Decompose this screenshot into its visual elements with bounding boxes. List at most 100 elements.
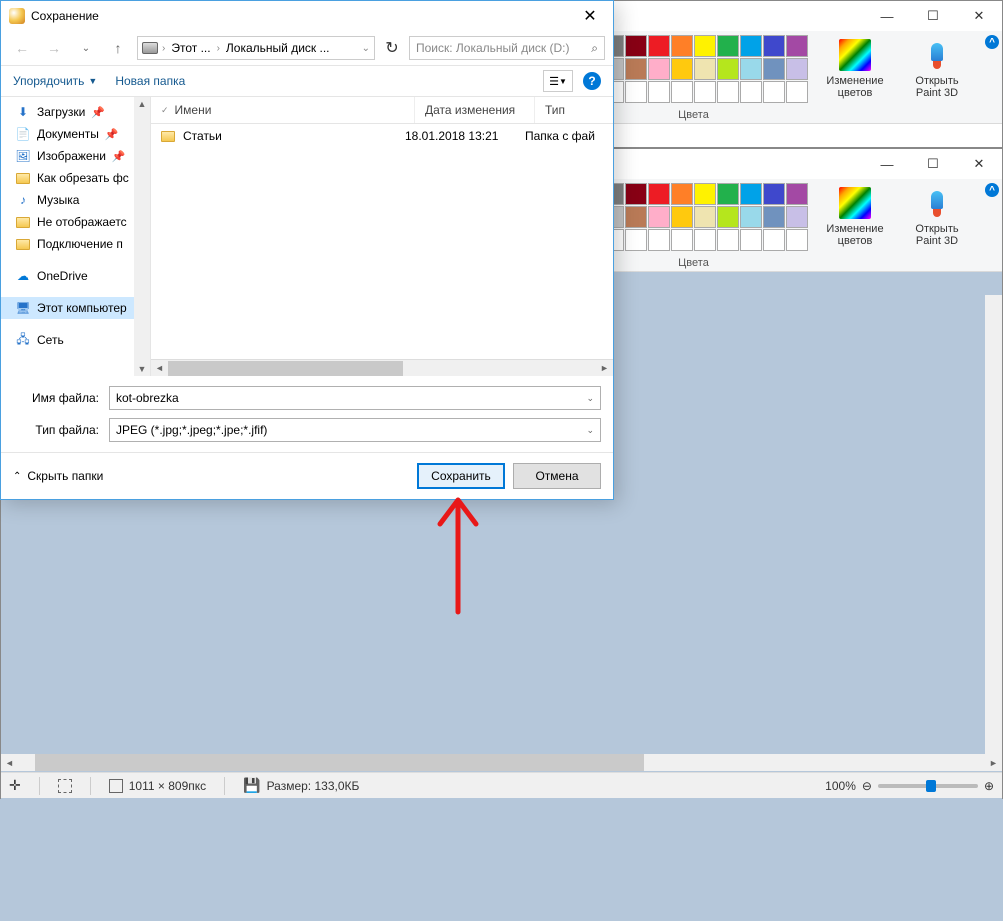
sidebar-item-downloads[interactable]: ⬇Загрузки📌: [1, 101, 150, 123]
sidebar-item-thispc[interactable]: 🖥Этот компьютер: [1, 297, 150, 319]
color-swatch[interactable]: [717, 183, 739, 205]
color-swatch[interactable]: [740, 58, 762, 80]
color-swatch[interactable]: [763, 183, 785, 205]
sidebar-item-network[interactable]: 🖧Сеть: [1, 329, 150, 351]
color-swatch[interactable]: [694, 183, 716, 205]
close-button[interactable]: ✕: [956, 1, 1002, 31]
color-swatch[interactable]: [786, 81, 808, 103]
hscroll-left-icon[interactable]: ◄: [151, 360, 168, 377]
color-swatch[interactable]: [648, 206, 670, 228]
color-swatch[interactable]: [717, 58, 739, 80]
color-swatch[interactable]: [625, 229, 647, 251]
save-button[interactable]: Сохранить: [417, 463, 505, 489]
paint3d-button-2[interactable]: Открыть Paint 3D: [902, 183, 972, 251]
color-swatch[interactable]: [694, 81, 716, 103]
nav-forward-button[interactable]: →: [41, 35, 67, 61]
sidebar-scrollbar[interactable]: ▲ ▼: [134, 97, 150, 376]
color-swatch[interactable]: [717, 229, 739, 251]
sidebar-item-images[interactable]: 🖼Изображени📌: [1, 145, 150, 167]
color-swatch[interactable]: [694, 58, 716, 80]
color-swatch[interactable]: [648, 229, 670, 251]
horizontal-scrollbar[interactable]: ◄ ►: [1, 754, 1002, 771]
view-mode-button[interactable]: ☰ ▼: [543, 70, 573, 92]
filelist-hscroll[interactable]: ◄ ►: [151, 359, 613, 376]
nav-back-button[interactable]: ←: [9, 35, 35, 61]
filetype-select[interactable]: JPEG (*.jpg;*.jpeg;*.jpe;*.jfif)⌄: [109, 418, 601, 442]
color-swatch[interactable]: [717, 206, 739, 228]
minimize-button[interactable]: —: [864, 1, 910, 31]
color-swatch[interactable]: [717, 81, 739, 103]
ribbon-expand[interactable]: ^: [984, 35, 1000, 49]
breadcrumb[interactable]: › Этот ... › Локальный диск ... ⌄: [137, 36, 375, 60]
column-date[interactable]: Дата изменения: [415, 97, 535, 123]
sidebar-item-crop[interactable]: Как обрезать фс: [1, 167, 150, 189]
color-swatch[interactable]: [740, 206, 762, 228]
color-swatch[interactable]: [694, 206, 716, 228]
color-swatch[interactable]: [671, 35, 693, 57]
minimize-button-2[interactable]: —: [864, 149, 910, 179]
color-swatch[interactable]: [625, 58, 647, 80]
cancel-button[interactable]: Отмена: [513, 463, 601, 489]
breadcrumb-dropdown[interactable]: ⌄: [362, 43, 370, 54]
scroll-up-icon[interactable]: ▲: [138, 99, 147, 109]
dialog-close-button[interactable]: ✕: [567, 1, 613, 31]
color-swatch[interactable]: [671, 206, 693, 228]
paint3d-button[interactable]: Открыть Paint 3D: [902, 35, 972, 103]
hscroll-track[interactable]: [18, 754, 985, 771]
hscroll-thumb-2[interactable]: [168, 361, 403, 376]
color-swatch[interactable]: [763, 58, 785, 80]
color-swatch[interactable]: [763, 206, 785, 228]
breadcrumb-disk[interactable]: Локальный диск ...: [224, 41, 332, 55]
color-swatch[interactable]: [763, 35, 785, 57]
color-swatch[interactable]: [740, 183, 762, 205]
color-swatch[interactable]: [671, 81, 693, 103]
refresh-button[interactable]: ↻: [381, 37, 403, 59]
nav-recent-button[interactable]: ⌄: [73, 35, 99, 61]
organize-button[interactable]: Упорядочить▼: [13, 74, 97, 88]
hscroll-right-icon[interactable]: ►: [596, 360, 613, 377]
color-swatch[interactable]: [740, 35, 762, 57]
color-swatch[interactable]: [786, 206, 808, 228]
edit-colors-button-2[interactable]: Изменение цветов: [820, 183, 890, 251]
file-list[interactable]: Статьи 18.01.2018 13:21 Папка с фай: [151, 124, 613, 359]
new-folder-button[interactable]: Новая папка: [115, 74, 185, 88]
color-swatch[interactable]: [740, 81, 762, 103]
ribbon-expand-2[interactable]: ^: [984, 183, 1000, 197]
color-swatch[interactable]: [717, 35, 739, 57]
color-swatch[interactable]: [740, 229, 762, 251]
search-input[interactable]: Поиск: Локальный диск (D:) ⌕: [409, 36, 605, 60]
sidebar-item-onedrive[interactable]: ☁OneDrive: [1, 265, 150, 287]
color-swatch[interactable]: [763, 229, 785, 251]
color-swatch[interactable]: [648, 35, 670, 57]
color-swatch[interactable]: [648, 81, 670, 103]
column-name[interactable]: ✓Имени: [151, 97, 415, 123]
maximize-button-2[interactable]: ☐: [910, 149, 956, 179]
color-swatch[interactable]: [786, 58, 808, 80]
zoom-out-button[interactable]: ⊖: [862, 779, 872, 793]
sidebar-item-notdisplayed[interactable]: Не отображаетс: [1, 211, 150, 233]
filename-input[interactable]: kot-obrezka⌄: [109, 386, 601, 410]
hscroll-thumb[interactable]: [35, 754, 644, 771]
color-swatch[interactable]: [786, 229, 808, 251]
color-swatch[interactable]: [625, 81, 647, 103]
edit-colors-button[interactable]: Изменение цветов: [820, 35, 890, 103]
zoom-in-button[interactable]: ⊕: [984, 779, 994, 793]
color-swatch[interactable]: [671, 183, 693, 205]
file-row[interactable]: Статьи 18.01.2018 13:21 Папка с фай: [151, 124, 613, 148]
help-button[interactable]: ?: [583, 72, 601, 90]
sidebar-item-documents[interactable]: 📄Документы📌: [1, 123, 150, 145]
sidebar-item-music[interactable]: ♪Музыка: [1, 189, 150, 211]
color-swatch[interactable]: [786, 183, 808, 205]
hide-folders-button[interactable]: ⌃Скрыть папки: [13, 469, 103, 483]
hscroll-right[interactable]: ►: [985, 754, 1002, 771]
zoom-thumb[interactable]: [926, 780, 936, 792]
scroll-down-icon[interactable]: ▼: [138, 364, 147, 374]
color-swatch[interactable]: [671, 58, 693, 80]
sidebar-item-connection[interactable]: Подключение п: [1, 233, 150, 255]
color-swatch[interactable]: [786, 35, 808, 57]
vertical-scrollbar[interactable]: [985, 295, 1002, 754]
close-button-2[interactable]: ✕: [956, 149, 1002, 179]
hscroll-left[interactable]: ◄: [1, 754, 18, 771]
color-swatch[interactable]: [625, 183, 647, 205]
breadcrumb-pc[interactable]: Этот ...: [169, 41, 212, 55]
